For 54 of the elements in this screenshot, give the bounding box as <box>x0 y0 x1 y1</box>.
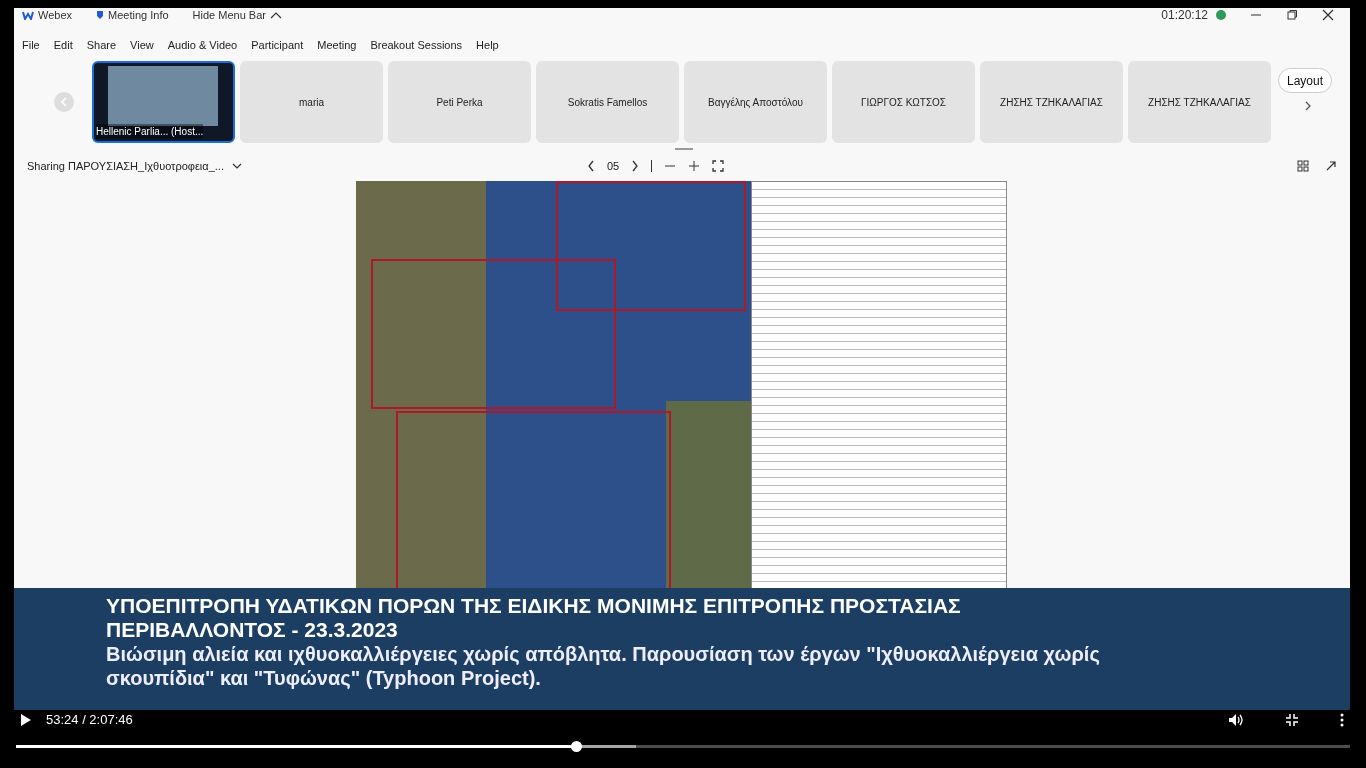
caption-title: ΥΠΟΕΠΙΤΡΟΠΗ ΥΔΑΤΙΚΩΝ ΠΟΡΩΝ ΤΗΣ ΕΙΔΙΚΗΣ ΜΟΝΙΜΗΣ ΕΠΙΤΡΟΠΗΣ ΠΡΟΣΤΑΣΙΑΣ ΠΕΡΙΒΑΛΛΟΝΤΟΣ - 23.3.2023 <box>106 594 962 642</box>
participant-tile[interactable]: ΖΗΣΗΣ ΤΖΗΚΑΛΑΓΙΑΣ <box>1128 61 1271 143</box>
participant-name: ΖΗΣΗΣ ΤΖΗΚΑΛΑΓΙΑΣ <box>1148 95 1251 110</box>
exit-fullscreen-icon[interactable] <box>1286 714 1298 726</box>
seek-handle[interactable] <box>571 741 583 752</box>
volume-icon[interactable] <box>1228 713 1244 727</box>
participant-tile[interactable]: Sokratis Famellos <box>536 61 679 143</box>
meeting-timer: 01:20:12 <box>1161 7 1208 24</box>
participant-name: Βαγγέλης Αποστόλου <box>708 95 803 110</box>
previous-page-icon[interactable] <box>586 160 595 172</box>
video-tile[interactable]: Hellenic Parlia... (Host... <box>92 61 235 143</box>
participant-name: ΖΗΣΗΣ ΤΖΗΚΑΛΑΓΙΑΣ <box>1000 95 1103 110</box>
fit-screen-icon[interactable] <box>712 160 725 172</box>
participant-name: ΓΙΩΡΓΟΣ ΚΩΤΣΟΣ <box>860 95 947 110</box>
participant-tile[interactable]: Βαγγέλης Αποστόλου <box>684 61 827 143</box>
menu-item[interactable]: Help <box>476 36 499 54</box>
menu-item[interactable]: Edit <box>53 36 73 54</box>
meeting-info-button[interactable]: Meeting Info <box>96 6 169 24</box>
next-page-icon[interactable] <box>631 160 640 172</box>
participant-name: Peti Perka <box>436 95 483 110</box>
hide-menu-bar-button[interactable]: Hide Menu Bar <box>192 6 282 24</box>
page-number: 05 <box>606 158 620 174</box>
play-icon[interactable] <box>20 713 32 727</box>
participant-tile[interactable]: ΖΗΣΗΣ ΤΖΗΚΑΛΑΓΙΑΣ <box>980 61 1123 143</box>
chevron-left-icon <box>60 97 68 107</box>
chevron-down-icon <box>231 163 242 169</box>
menu-item[interactable]: Meeting <box>317 36 357 54</box>
menu-item[interactable]: Participant <box>251 36 304 54</box>
pop-out-icon[interactable] <box>1325 160 1337 172</box>
logo-icon <box>22 10 34 20</box>
playback-time: 53:24 / 2:07:46 <box>46 711 133 730</box>
participant-tile[interactable]: Peti Perka <box>388 61 531 143</box>
close-icon[interactable] <box>1322 9 1334 21</box>
participant-tile[interactable]: maria <box>240 61 383 143</box>
participant-tile[interactable]: ΓΙΩΡΓΟΣ ΚΩΤΣΟΣ <box>832 61 975 143</box>
participant-name: Hellenic Parlia... (Host... <box>96 124 204 139</box>
grid-icon[interactable] <box>1297 160 1309 172</box>
menu-item[interactable]: Share <box>86 36 117 54</box>
menu-item[interactable]: Audio & Video <box>167 36 238 54</box>
sharing-dropdown[interactable]: Sharing ΠΑΡΟΥΣΙΑΣΗ_Ιχθυοτροφεια_... <box>27 157 242 175</box>
menu-item[interactable]: File <box>22 36 40 54</box>
participant-name: maria <box>299 95 324 110</box>
caption-subtitle: Βιώσιμη αλιεία και ιχθυοκαλλιέργειες χωρίς απόβλητα. Παρουσίαση των έργων "Ιχθυοκαλλιέργεια χωρίς σκουπίδια" και "Τυφώνας" (Typhoon Project). <box>106 642 1101 690</box>
layout-button[interactable]: Layout <box>1278 68 1333 93</box>
app-name: Webex <box>38 7 73 23</box>
zoom-in-icon[interactable] <box>688 160 701 172</box>
chevron-up-icon <box>269 11 282 19</box>
menu-item[interactable]: View <box>130 36 154 54</box>
participant-name: Sokratis Famellos <box>567 95 648 110</box>
more-icon[interactable] <box>1340 713 1344 727</box>
shield-icon <box>96 10 105 20</box>
restore-icon[interactable] <box>1286 10 1298 20</box>
next-icon[interactable] <box>1304 101 1312 111</box>
menu-item[interactable]: Breakout Sessions <box>370 36 463 54</box>
